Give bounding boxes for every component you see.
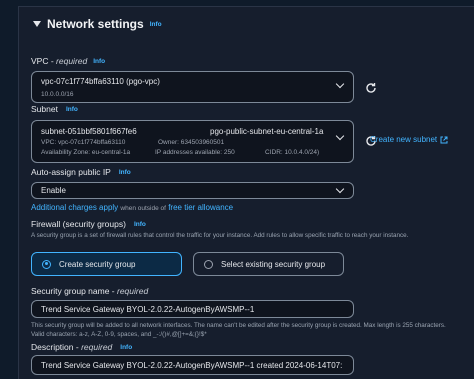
create-security-group-option[interactable]: Create security group <box>31 252 182 276</box>
charges-mid-text: when outside of <box>120 205 166 212</box>
select-existing-security-group-label: Select existing security group <box>221 259 326 269</box>
subnet-label: Subnet <box>31 104 58 114</box>
description-value: Trend Service Gateway BYOL-2.0.22-Autoge… <box>41 361 343 370</box>
description-info-link[interactable]: Info <box>120 344 132 351</box>
subnet-ips: IP addresses available: 250 <box>155 149 235 156</box>
radio-selected-icon[interactable] <box>42 259 51 269</box>
radio-unselected-icon[interactable] <box>204 259 213 269</box>
description-label-row: Description - required Info <box>31 342 132 352</box>
firewall-label-row: Firewall (security groups) Info <box>31 219 146 229</box>
additional-charges-link[interactable]: Additional charges apply <box>31 203 118 212</box>
network-settings-panel: Network settings Info VPC - required Inf… <box>18 6 474 379</box>
subnet-cidr: CIDR: 10.0.4.0/24) <box>265 149 320 156</box>
refresh-icon <box>366 83 376 93</box>
create-subnet-link[interactable]: Create new subnet <box>370 135 448 144</box>
chevron-down-icon <box>335 79 345 89</box>
section-title: Network settings <box>47 17 144 31</box>
public-ip-select[interactable]: Enable <box>31 182 354 199</box>
subnet-info-link[interactable]: Info <box>66 106 78 113</box>
chevron-down-icon <box>335 184 345 194</box>
vpc-label: VPC - required <box>31 56 88 66</box>
public-ip-label-row: Auto-assign public IP Info <box>31 167 131 177</box>
public-ip-label: Auto-assign public IP <box>31 167 111 177</box>
firewall-info-link[interactable]: Info <box>134 221 146 228</box>
create-subnet-label[interactable]: Create new subnet <box>370 135 437 144</box>
subnet-name: pgo-public-subnet-eu-central-1a <box>210 127 324 136</box>
subnet-select[interactable]: subnet-051bbf5801f667fe6 pgo-public-subn… <box>31 120 354 163</box>
subnet-id: subnet-051bbf5801f667fe6 <box>41 127 137 136</box>
charges-note: Additional charges apply when outside of… <box>31 203 233 212</box>
vpc-select[interactable]: vpc-07c1f774bffa63110 (pgo-vpc) 10.0.0.0… <box>31 71 354 103</box>
vpc-refresh-button[interactable] <box>358 75 384 101</box>
sg-name-value: Trend Service Gateway BYOL-2.0.22-Autoge… <box>41 305 255 314</box>
firewall-help: A security group is a set of firewall ru… <box>31 232 409 239</box>
chevron-down-icon <box>335 131 345 141</box>
vpc-label-row: VPC - required Info <box>31 56 105 66</box>
select-existing-security-group-option[interactable]: Select existing security group <box>193 252 344 276</box>
subnet-label-row: Subnet Info <box>31 104 78 114</box>
vpc-value: vpc-07c1f774bffa63110 (pgo-vpc) <box>41 77 160 86</box>
external-link-icon <box>440 136 448 143</box>
section-header[interactable]: Network settings Info <box>33 17 162 31</box>
vpc-info-link[interactable]: Info <box>93 58 105 65</box>
create-security-group-label: Create security group <box>59 259 136 269</box>
description-label: Description - required <box>31 342 113 352</box>
subnet-vpc: VPC: vpc-07c1f774bffa63110 <box>41 139 126 146</box>
sg-name-help: This security group will be added to all… <box>31 322 446 338</box>
sg-name-label: Security group name - required <box>31 286 149 296</box>
firewall-label: Firewall (security groups) <box>31 219 126 229</box>
public-ip-value: Enable <box>41 186 66 195</box>
free-tier-link[interactable]: free tier allowance <box>168 203 233 212</box>
description-input[interactable]: Trend Service Gateway BYOL-2.0.22-Autoge… <box>31 355 354 375</box>
sg-name-input[interactable]: Trend Service Gateway BYOL-2.0.22-Autoge… <box>31 300 354 318</box>
caret-down-icon[interactable] <box>33 21 41 27</box>
subnet-az: Availability Zone: eu-central-1a <box>41 149 131 156</box>
vpc-cidr: 10.0.0.0/16 <box>41 91 74 98</box>
public-ip-info-link[interactable]: Info <box>119 169 131 176</box>
section-info-link[interactable]: Info <box>150 21 162 28</box>
subnet-owner: Owner: 634503960501 <box>158 139 225 146</box>
